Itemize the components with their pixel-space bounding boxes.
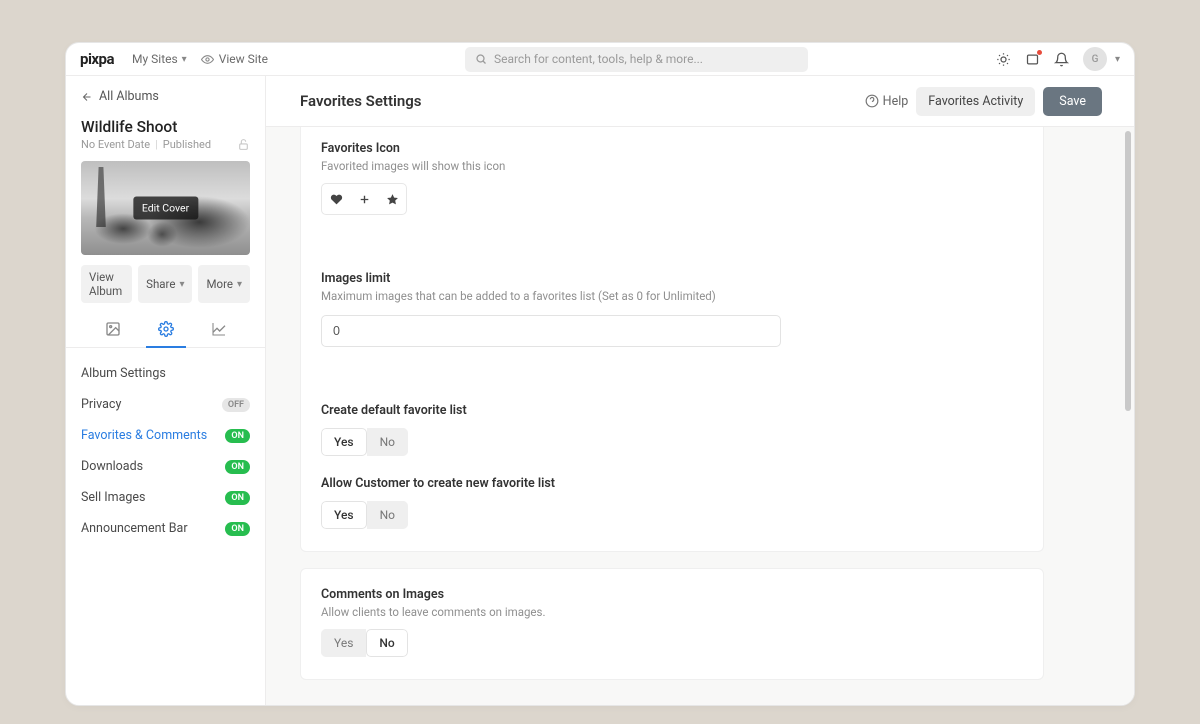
chevron-down-icon: ▾ [179,279,184,290]
sidebar-item-announcement-bar[interactable]: Announcement Bar ON [66,513,265,544]
view-site-label: View Site [219,52,268,66]
status-badge: OFF [222,398,250,412]
search-input[interactable]: Search for content, tools, help & more..… [465,47,808,72]
sidebar-item-downloads[interactable]: Downloads ON [66,451,265,482]
main-panel: Favorites Settings Help Favorites Activi… [266,76,1134,705]
comments-label: Comments on Images [321,587,1023,602]
allow-create-toggle: Yes No [321,501,408,529]
topbar: pixpa My Sites ▾ View Site Search for co… [66,43,1134,76]
chevron-down-icon: ▾ [182,54,187,65]
my-sites-dropdown[interactable]: My Sites ▾ [132,52,187,66]
fav-icon-star[interactable] [378,184,406,214]
back-all-albums[interactable]: All Albums [66,76,265,112]
share-button[interactable]: Share▾ [138,265,192,303]
topbar-right: G ▾ [996,47,1120,71]
scrollbar-thumb[interactable] [1125,131,1131,411]
fav-icon-plus[interactable] [350,184,378,214]
allow-create-yes[interactable]: Yes [321,501,367,529]
scrollbar[interactable] [1125,131,1131,701]
default-list-yes[interactable]: Yes [321,428,367,456]
favorites-icon-label: Favorites Icon [321,141,1023,156]
view-site-link[interactable]: View Site [201,52,268,66]
page-title: Favorites Settings [300,92,422,110]
sidebar: All Albums Wildlife Shoot No Event Date … [66,76,266,705]
brand-logo: pixpa [80,50,114,68]
tab-settings[interactable] [146,315,186,348]
album-meta: No Event Date | Published [66,138,265,159]
sidebar-item-favorites-comments[interactable]: Favorites & Comments ON [66,420,265,451]
sidebar-tabs [66,315,265,348]
eye-icon [201,53,214,66]
album-title: Wildlife Shoot [66,112,265,138]
comments-no[interactable]: No [366,629,407,657]
save-button[interactable]: Save [1043,87,1102,116]
help-link[interactable]: Help [865,94,909,109]
my-sites-label: My Sites [132,52,178,66]
chevron-down-icon: ▾ [1115,54,1120,65]
tab-gallery[interactable] [93,315,133,347]
settings-card-comments: Comments on Images Allow clients to leav… [300,568,1044,680]
sidebar-nav: Album Settings Privacy OFF Favorites & C… [66,348,265,554]
unlock-icon[interactable] [237,138,250,151]
app-window: pixpa My Sites ▾ View Site Search for co… [65,42,1135,706]
favorites-icon-help: Favorited images will show this icon [321,159,1023,173]
search-icon [475,53,487,65]
favorites-icon-picker [321,183,407,215]
status-badge: ON [225,429,250,443]
search-placeholder: Search for content, tools, help & more..… [494,52,703,66]
sidebar-item-privacy[interactable]: Privacy OFF [66,389,265,420]
images-limit-label: Images limit [321,271,1023,286]
comments-toggle: Yes No [321,629,408,657]
user-menu[interactable]: G ▾ [1083,47,1120,71]
comments-yes[interactable]: Yes [321,629,366,657]
album-cover[interactable]: Edit Cover [81,161,250,255]
default-list-toggle: Yes No [321,428,408,456]
status-badge: ON [225,522,250,536]
avatar: G [1083,47,1107,71]
bell-icon[interactable] [1054,52,1069,67]
images-limit-input[interactable] [321,315,781,347]
images-limit-help: Maximum images that can be added to a fa… [321,289,1023,303]
back-label: All Albums [99,89,159,104]
default-list-no[interactable]: No [367,428,408,456]
edit-cover-button[interactable]: Edit Cover [133,197,198,220]
more-button[interactable]: More▾ [198,265,250,303]
status-badge: ON [225,460,250,474]
status-badge: ON [225,491,250,505]
favorites-activity-button[interactable]: Favorites Activity [916,87,1035,116]
comments-help: Allow clients to leave comments on image… [321,605,1023,619]
fav-icon-heart[interactable] [322,184,350,214]
meta-date: No Event Date [81,138,150,151]
chevron-down-icon: ▾ [237,279,242,290]
album-action-row: View Album Share▾ More▾ [66,265,265,315]
view-album-button[interactable]: View Album [81,265,132,303]
main-header: Favorites Settings Help Favorites Activi… [266,76,1134,127]
sidebar-item-album-settings[interactable]: Album Settings [66,358,265,389]
allow-create-no[interactable]: No [367,501,408,529]
notification-dot [1037,50,1042,55]
tab-analytics[interactable] [199,315,239,347]
theme-toggle-icon[interactable] [996,52,1011,67]
settings-scroll-area: Favorites Icon Favorited images will sho… [266,127,1134,705]
meta-status: Published [163,138,211,151]
allow-create-label: Allow Customer to create new favorite li… [321,476,1023,491]
default-list-label: Create default favorite list [321,403,1023,418]
sidebar-item-sell-images[interactable]: Sell Images ON [66,482,265,513]
settings-card-favorites: Favorites Icon Favorited images will sho… [300,127,1044,552]
whats-new-icon[interactable] [1025,52,1040,67]
